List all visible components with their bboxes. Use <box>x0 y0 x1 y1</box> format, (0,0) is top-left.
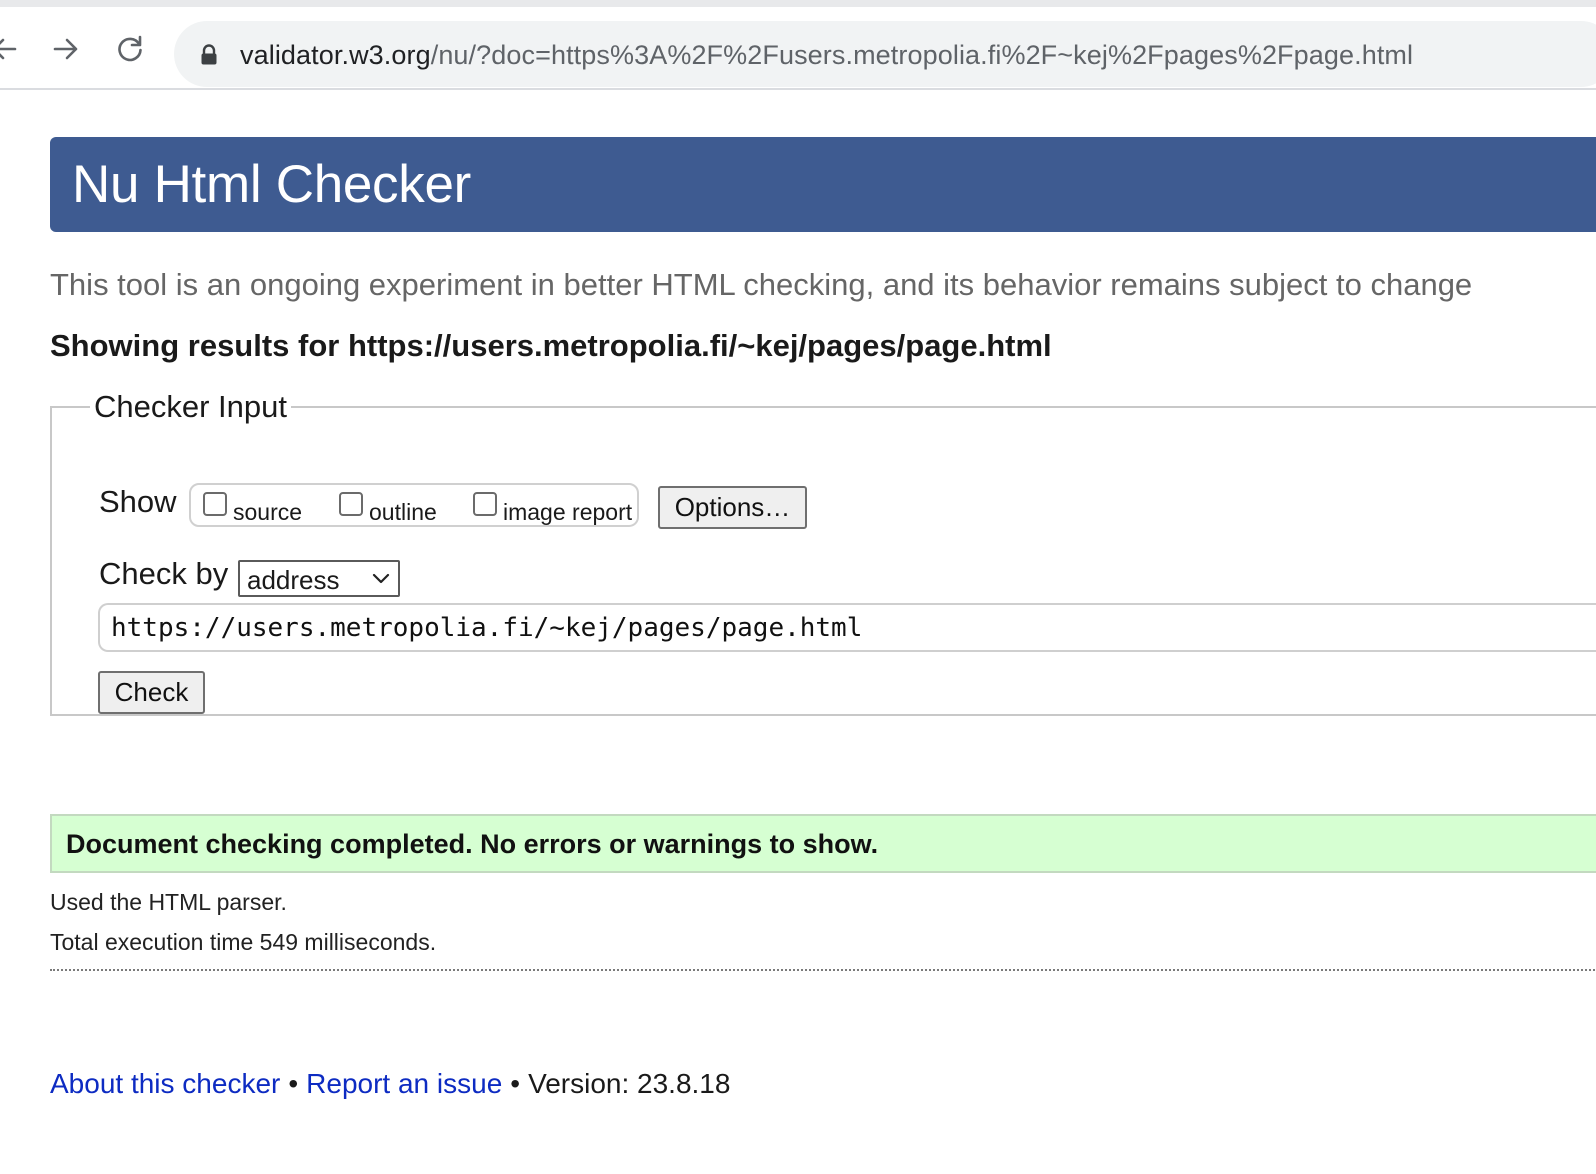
checker-input-fieldset: Checker Input Show source outline image … <box>50 389 1596 716</box>
source-checkbox[interactable]: source <box>203 491 302 525</box>
browser-toolbar: validator.w3.org/nu/?doc=https%3A%2F%2Fu… <box>0 7 1596 88</box>
footer-separator: • <box>288 1068 299 1099</box>
address-bar[interactable]: validator.w3.org/nu/?doc=https%3A%2F%2Fu… <box>174 21 1596 87</box>
page-title: Nu Html Checker <box>72 155 471 214</box>
checker-input-legend: Checker Input <box>94 389 287 424</box>
check-button[interactable]: Check <box>98 671 205 714</box>
footer: About this checker • Report an issue • Versi… <box>50 1067 730 1101</box>
success-message-box: Document checking completed. No errors o… <box>50 814 1596 873</box>
execution-time: Total execution time 549 milliseconds. <box>50 929 437 955</box>
reload-button[interactable] <box>112 31 148 67</box>
report-issue-link[interactable]: Report an issue <box>306 1068 502 1099</box>
toolbar-divider <box>0 88 1596 90</box>
footer-separator: • <box>510 1068 521 1099</box>
page-header: Nu Html Checker <box>50 137 1596 232</box>
check-by-select[interactable]: address <box>238 560 400 597</box>
checkbox-label: image report <box>503 499 633 525</box>
window-top-strip <box>0 0 1596 7</box>
checkbox-box[interactable] <box>339 492 363 516</box>
back-arrow-icon <box>0 34 19 64</box>
forward-arrow-icon <box>51 34 81 64</box>
version-text: Version: 23.8.18 <box>528 1068 731 1099</box>
checkbox-box[interactable] <box>473 492 497 516</box>
success-message: Document checking completed. No errors o… <box>66 829 879 859</box>
check-by-selected-value: address <box>247 565 340 595</box>
parser-info: Used the HTML parser. <box>50 889 287 915</box>
check-by-label: Check by <box>99 556 229 591</box>
show-options-group: source outline image report <box>189 483 639 527</box>
lock-icon <box>200 44 218 71</box>
address-bar-url: validator.w3.org/nu/?doc=https%3A%2F%2Fu… <box>240 39 1413 71</box>
results-heading: Showing results for https://users.metrop… <box>50 328 1052 363</box>
checkbox-label: outline <box>369 499 437 525</box>
forward-button[interactable] <box>48 31 84 67</box>
checkbox-box[interactable] <box>203 492 227 516</box>
back-button[interactable] <box>0 31 22 67</box>
checkbox-label: source <box>233 499 303 525</box>
reload-icon <box>115 34 145 64</box>
about-checker-link[interactable]: About this checker <box>50 1068 280 1099</box>
show-label: Show <box>99 484 177 519</box>
intro-text: This tool is an ongoing experiment in be… <box>50 267 1473 302</box>
url-path: /nu/?doc=https%3A%2F%2Fusers.metropolia.… <box>430 40 1414 70</box>
options-button[interactable]: Options… <box>658 486 807 529</box>
url-host: validator.w3.org <box>240 40 431 70</box>
dotted-divider <box>50 969 1596 971</box>
document-url-input[interactable]: https://users.metropolia.fi/~kej/pages/p… <box>98 603 1596 652</box>
image-report-checkbox[interactable]: image report <box>473 491 632 525</box>
document-url-value: https://users.metropolia.fi/~kej/pages/p… <box>111 613 863 643</box>
outline-checkbox[interactable]: outline <box>339 491 437 525</box>
